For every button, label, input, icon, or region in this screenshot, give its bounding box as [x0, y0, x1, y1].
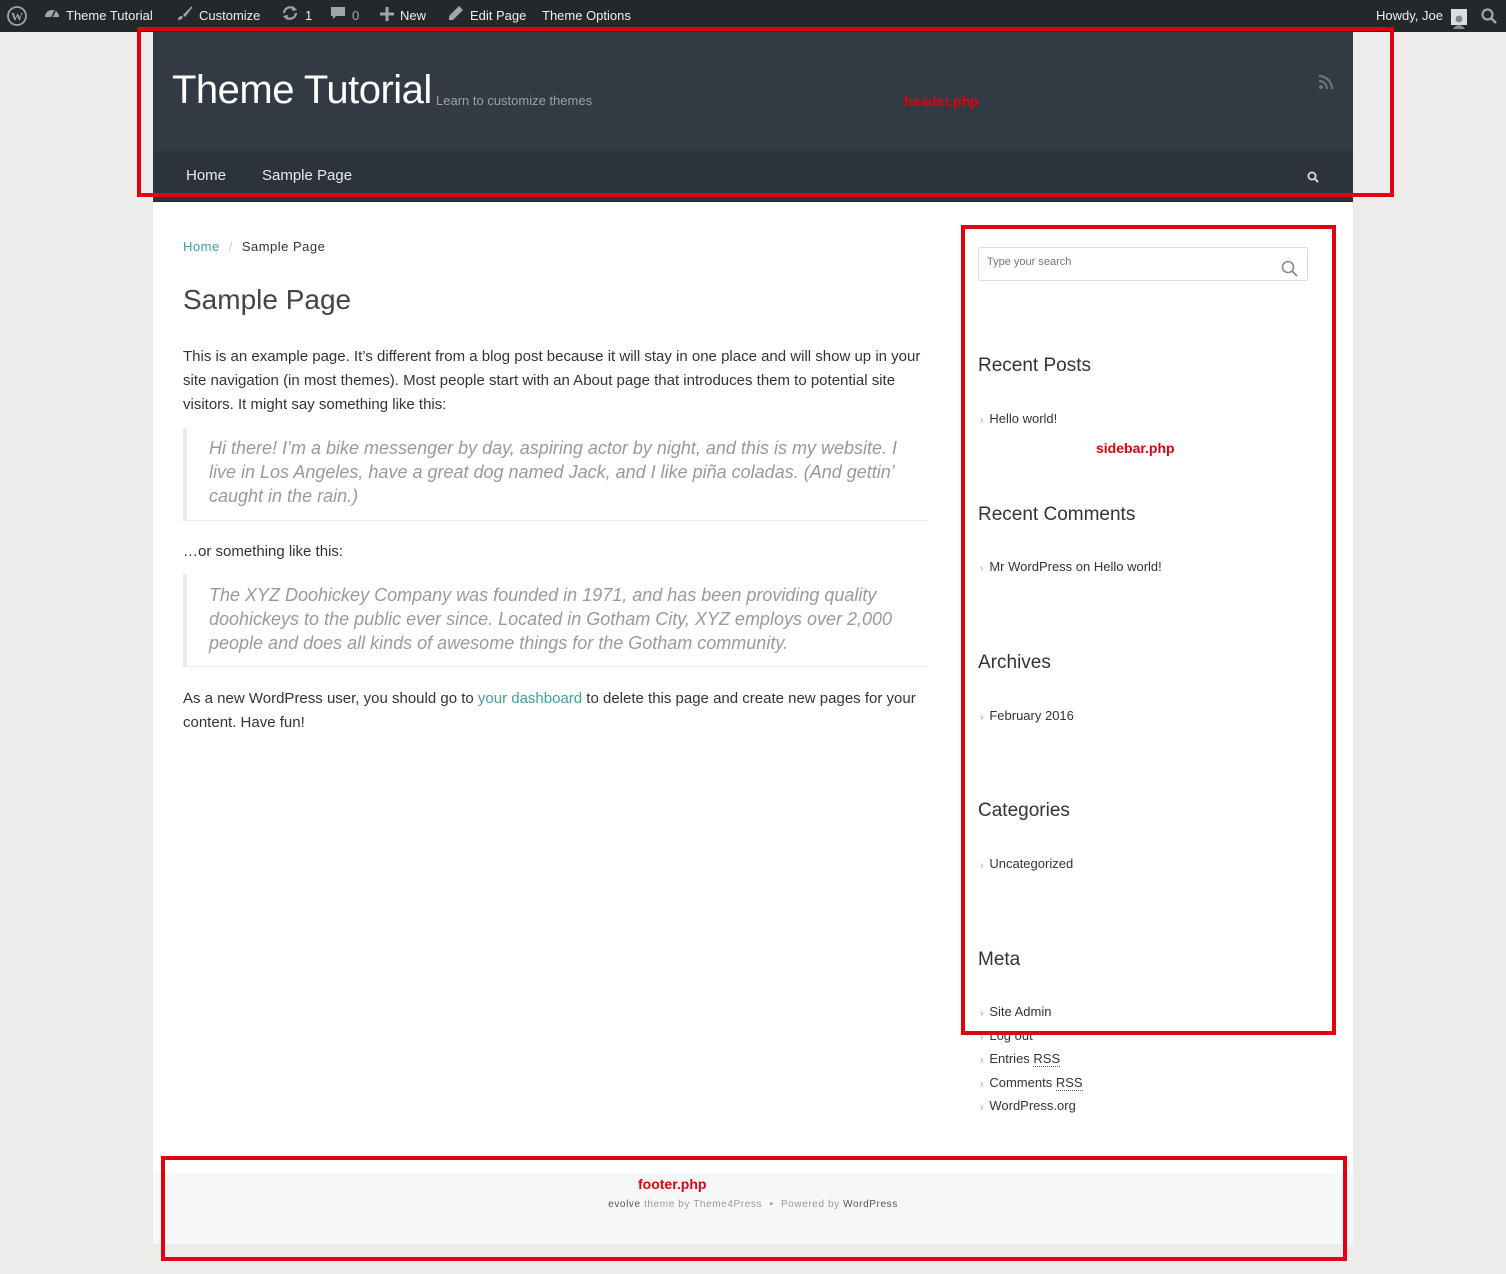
rss-abbr[interactable]: RSS: [1033, 1051, 1061, 1067]
sidebar-annotation-box: [961, 225, 1336, 1035]
wordpress-logo-icon[interactable]: W: [7, 0, 27, 32]
edit-page-label: Edit Page: [470, 8, 527, 23]
paragraph-text: As a new WordPress user, you should go t…: [183, 690, 478, 707]
customize-label: Customize: [199, 8, 261, 23]
paragraph-dashboard: As a new WordPress user, you should go t…: [183, 687, 928, 735]
meta-item[interactable]: › Entries RSS: [980, 1051, 1061, 1067]
entries-rss-label[interactable]: Entries: [989, 1051, 1033, 1066]
page-title: Sample Page: [183, 284, 352, 315]
new-label: New: [400, 8, 427, 23]
breadcrumb-current: Sample Page: [241, 239, 326, 254]
meta-item[interactable]: › WordPress.org: [980, 1098, 1076, 1113]
meta-item[interactable]: › Comments RSS: [980, 1075, 1083, 1091]
rss-abbr[interactable]: RSS: [1055, 1075, 1083, 1091]
blockquote-bike-messenger: Hi there! I’m a bike messenger by day, a…: [183, 428, 928, 521]
blockquote-text: The XYZ Doohickey Company was founded in…: [209, 585, 893, 653]
admin-bar-site-name: Theme Tutorial: [66, 8, 153, 23]
avatar: [1450, 8, 1467, 29]
comments-count: 0: [352, 8, 360, 23]
admin-search-icon[interactable]: [1481, 0, 1497, 32]
footer-annotation-label: footer.php: [638, 1176, 707, 1192]
breadcrumb-home-link[interactable]: Home: [183, 239, 220, 254]
chevron-right-icon: ›: [980, 1079, 984, 1090]
wordpress-org-link[interactable]: WordPress.org: [989, 1098, 1075, 1113]
chevron-right-icon: ›: [980, 1102, 984, 1113]
blockquote-text: Hi there! I’m a bike messenger by day, a…: [209, 438, 897, 506]
chevron-right-icon: ›: [980, 1055, 984, 1066]
dashboard-icon: [44, 1, 60, 33]
paragraph-or-something: …or something like this:: [183, 543, 344, 560]
footer-annotation-box: [161, 1156, 1347, 1261]
dashboard-link[interactable]: your dashboard: [478, 690, 582, 707]
howdy-label: Howdy, Joe: [1376, 8, 1443, 23]
header-annotation-label: header.php: [904, 93, 979, 109]
comments-rss-label[interactable]: Comments: [989, 1075, 1055, 1090]
blockquote-doohickey: The XYZ Doohickey Company was founded in…: [183, 574, 928, 667]
breadcrumb: Home / Sample Page: [183, 239, 325, 254]
updates-count: 1: [305, 8, 313, 23]
svg-text:W: W: [11, 10, 23, 24]
header-annotation-box: [137, 27, 1394, 197]
sidebar-annotation-label: sidebar.php: [1096, 440, 1175, 456]
paragraph-intro: This is an example page. It’s different …: [183, 348, 921, 413]
breadcrumb-separator: /: [228, 239, 233, 254]
